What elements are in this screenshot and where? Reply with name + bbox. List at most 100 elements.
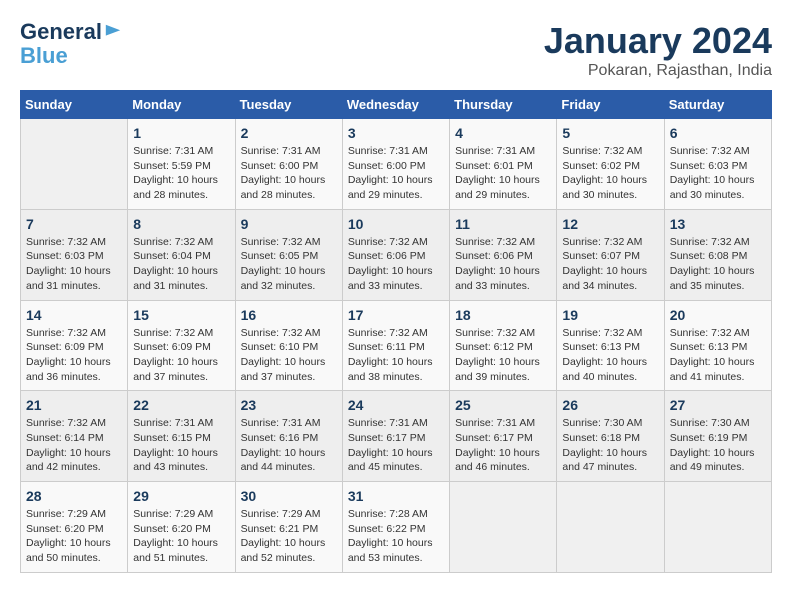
weekday-header-row: SundayMondayTuesdayWednesdayThursdayFrid… [21, 91, 772, 119]
calendar-cell: 18 Sunrise: 7:32 AMSunset: 6:12 PMDayligh… [450, 300, 557, 391]
calendar-cell: 4Sunrise: 7:31 AMSunset: 6:01 PMDaylight… [450, 119, 557, 210]
weekday-header-thursday: Thursday [450, 91, 557, 119]
day-info: Sunrise: 7:29 AMSunset: 6:20 PMDaylight:… [26, 507, 122, 566]
weekday-header-saturday: Saturday [664, 91, 771, 119]
day-info: Sunrise: 7:31 AMSunset: 6:16 PMDaylight:… [241, 416, 337, 475]
day-number: 15 [133, 307, 229, 323]
calendar-cell: 28 Sunrise: 7:29 AMSunset: 6:20 PMDayligh… [21, 482, 128, 573]
day-info: Sunrise: 7:31 AMSunset: 6:01 PMDaylight:… [455, 144, 551, 203]
day-number: 20 [670, 307, 766, 323]
calendar-cell: 6 Sunrise: 7:32 AMSunset: 6:03 PMDaylight… [664, 119, 771, 210]
calendar-cell: 11 Sunrise: 7:32 AMSunset: 6:06 PMDayligh… [450, 209, 557, 300]
month-year-title: January 2024 [544, 20, 772, 62]
calendar-week-row: 1Sunrise: 7:31 AMSunset: 5:59 PMDaylight… [21, 119, 772, 210]
calendar-cell: 25 Sunrise: 7:31 AMSunset: 6:17 PMDayligh… [450, 391, 557, 482]
day-info: Sunrise: 7:31 AMSunset: 6:17 PMDaylight:… [348, 416, 444, 475]
calendar-cell: 10 Sunrise: 7:32 AMSunset: 6:06 PMDayligh… [342, 209, 449, 300]
day-info: Sunrise: 7:32 AMSunset: 6:03 PMDaylight:… [670, 144, 766, 203]
day-info: Sunrise: 7:32 AMSunset: 6:09 PMDaylight:… [26, 326, 122, 385]
calendar-cell: 1Sunrise: 7:31 AMSunset: 5:59 PMDaylight… [128, 119, 235, 210]
calendar-table: SundayMondayTuesdayWednesdayThursdayFrid… [20, 90, 772, 573]
day-number: 2 [241, 125, 337, 141]
calendar-cell: 3 Sunrise: 7:31 AMSunset: 6:00 PMDaylight… [342, 119, 449, 210]
day-info: Sunrise: 7:32 AMSunset: 6:14 PMDaylight:… [26, 416, 122, 475]
calendar-cell: 31Sunrise: 7:28 AMSunset: 6:22 PMDayligh… [342, 482, 449, 573]
day-number: 9 [241, 216, 337, 232]
calendar-cell: 19Sunrise: 7:32 AMSunset: 6:13 PMDayligh… [557, 300, 664, 391]
day-number: 24 [348, 397, 444, 413]
day-number: 14 [26, 307, 122, 323]
day-number: 11 [455, 216, 551, 232]
day-number: 13 [670, 216, 766, 232]
day-info: Sunrise: 7:31 AMSunset: 6:00 PMDaylight:… [348, 144, 444, 203]
calendar-cell: 20 Sunrise: 7:32 AMSunset: 6:13 PMDayligh… [664, 300, 771, 391]
day-number: 31 [348, 488, 444, 504]
day-number: 19 [562, 307, 658, 323]
calendar-cell: 9Sunrise: 7:32 AMSunset: 6:05 PMDaylight… [235, 209, 342, 300]
day-info: Sunrise: 7:32 AMSunset: 6:04 PMDaylight:… [133, 235, 229, 294]
day-number: 29 [133, 488, 229, 504]
weekday-header-sunday: Sunday [21, 91, 128, 119]
calendar-cell: 21Sunrise: 7:32 AMSunset: 6:14 PMDayligh… [21, 391, 128, 482]
calendar-cell: 15Sunrise: 7:32 AMSunset: 6:09 PMDayligh… [128, 300, 235, 391]
day-info: Sunrise: 7:29 AMSunset: 6:20 PMDaylight:… [133, 507, 229, 566]
logo-text-general: General [20, 20, 102, 44]
day-number: 7 [26, 216, 122, 232]
day-info: Sunrise: 7:29 AMSunset: 6:21 PMDaylight:… [241, 507, 337, 566]
day-number: 30 [241, 488, 337, 504]
calendar-cell: 16 Sunrise: 7:32 AMSunset: 6:10 PMDayligh… [235, 300, 342, 391]
day-number: 8 [133, 216, 229, 232]
day-info: Sunrise: 7:31 AMSunset: 6:17 PMDaylight:… [455, 416, 551, 475]
day-number: 22 [133, 397, 229, 413]
calendar-cell: 27Sunrise: 7:30 AMSunset: 6:19 PMDayligh… [664, 391, 771, 482]
calendar-cell: 5 Sunrise: 7:32 AMSunset: 6:02 PMDaylight… [557, 119, 664, 210]
calendar-cell: 24 Sunrise: 7:31 AMSunset: 6:17 PMDayligh… [342, 391, 449, 482]
day-info: Sunrise: 7:32 AMSunset: 6:07 PMDaylight:… [562, 235, 658, 294]
calendar-cell [557, 482, 664, 573]
calendar-cell [450, 482, 557, 573]
day-info: Sunrise: 7:32 AMSunset: 6:06 PMDaylight:… [348, 235, 444, 294]
day-number: 10 [348, 216, 444, 232]
calendar-cell [21, 119, 128, 210]
day-number: 5 [562, 125, 658, 141]
day-number: 16 [241, 307, 337, 323]
day-info: Sunrise: 7:31 AMSunset: 6:00 PMDaylight:… [241, 144, 337, 203]
calendar-week-row: 7Sunrise: 7:32 AMSunset: 6:03 PMDaylight… [21, 209, 772, 300]
calendar-cell: 26Sunrise: 7:30 AMSunset: 6:18 PMDayligh… [557, 391, 664, 482]
calendar-cell: 17 Sunrise: 7:32 AMSunset: 6:11 PMDayligh… [342, 300, 449, 391]
day-number: 6 [670, 125, 766, 141]
calendar-cell: 7Sunrise: 7:32 AMSunset: 6:03 PMDaylight… [21, 209, 128, 300]
title-section: January 2024 Pokaran, Rajasthan, India [544, 20, 772, 80]
day-info: Sunrise: 7:32 AMSunset: 6:11 PMDaylight:… [348, 326, 444, 385]
day-info: Sunrise: 7:32 AMSunset: 6:06 PMDaylight:… [455, 235, 551, 294]
calendar-cell: 2 Sunrise: 7:31 AMSunset: 6:00 PMDaylight… [235, 119, 342, 210]
day-info: Sunrise: 7:32 AMSunset: 6:13 PMDaylight:… [670, 326, 766, 385]
calendar-cell: 23 Sunrise: 7:31 AMSunset: 6:16 PMDayligh… [235, 391, 342, 482]
calendar-cell: 12Sunrise: 7:32 AMSunset: 6:07 PMDayligh… [557, 209, 664, 300]
day-info: Sunrise: 7:32 AMSunset: 6:12 PMDaylight:… [455, 326, 551, 385]
day-number: 17 [348, 307, 444, 323]
day-number: 18 [455, 307, 551, 323]
logo-text-blue: Blue [20, 44, 68, 68]
day-number: 27 [670, 397, 766, 413]
page-header: General Blue January 2024 Pokaran, Rajas… [20, 20, 772, 80]
weekday-header-monday: Monday [128, 91, 235, 119]
weekday-header-friday: Friday [557, 91, 664, 119]
calendar-cell: 14 Sunrise: 7:32 AMSunset: 6:09 PMDayligh… [21, 300, 128, 391]
logo-flag-icon [104, 23, 122, 41]
calendar-cell [664, 482, 771, 573]
day-info: Sunrise: 7:32 AMSunset: 6:02 PMDaylight:… [562, 144, 658, 203]
day-number: 25 [455, 397, 551, 413]
day-info: Sunrise: 7:32 AMSunset: 6:08 PMDaylight:… [670, 235, 766, 294]
day-number: 3 [348, 125, 444, 141]
calendar-cell: 29 Sunrise: 7:29 AMSunset: 6:20 PMDayligh… [128, 482, 235, 573]
weekday-header-wednesday: Wednesday [342, 91, 449, 119]
calendar-cell: 13 Sunrise: 7:32 AMSunset: 6:08 PMDayligh… [664, 209, 771, 300]
calendar-cell: 22Sunrise: 7:31 AMSunset: 6:15 PMDayligh… [128, 391, 235, 482]
day-number: 26 [562, 397, 658, 413]
calendar-cell: 8 Sunrise: 7:32 AMSunset: 6:04 PMDaylight… [128, 209, 235, 300]
day-info: Sunrise: 7:31 AMSunset: 5:59 PMDaylight:… [133, 144, 229, 203]
day-number: 23 [241, 397, 337, 413]
day-info: Sunrise: 7:32 AMSunset: 6:10 PMDaylight:… [241, 326, 337, 385]
day-number: 28 [26, 488, 122, 504]
